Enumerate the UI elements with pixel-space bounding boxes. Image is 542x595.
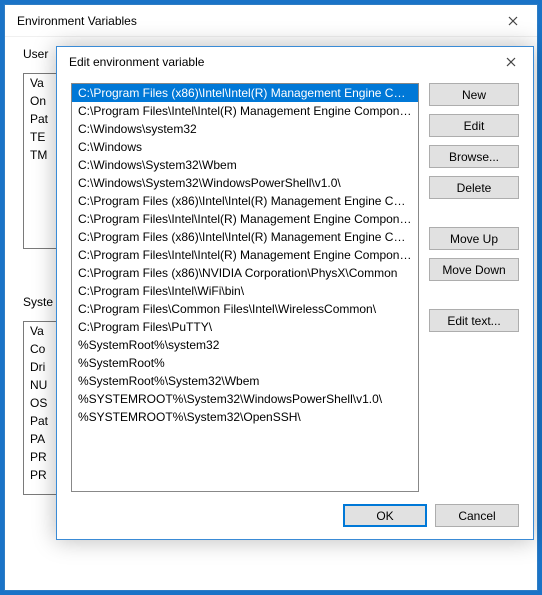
ok-button[interactable]: OK [343,504,427,527]
path-item[interactable]: %SYSTEMROOT%\System32\WindowsPowerShell\… [72,390,418,408]
path-list[interactable]: C:\Program Files (x86)\Intel\Intel(R) Ma… [71,83,419,492]
edit-button[interactable]: Edit [429,114,519,137]
path-item[interactable]: C:\Program Files\PuTTY\ [72,318,418,336]
path-item[interactable]: %SYSTEMROOT%\System32\OpenSSH\ [72,408,418,426]
edit-environment-variable-dialog: Edit environment variable C:\Program Fil… [56,46,534,540]
delete-button[interactable]: Delete [429,176,519,199]
path-item[interactable]: C:\Windows [72,138,418,156]
path-item[interactable]: C:\Program Files\Intel\Intel(R) Manageme… [72,102,418,120]
path-item[interactable]: C:\Program Files (x86)\Intel\Intel(R) Ma… [72,192,418,210]
path-item[interactable]: C:\Windows\System32\Wbem [72,156,418,174]
edit-footer: OK Cancel [71,492,519,527]
browse-button[interactable]: Browse... [429,145,519,168]
env-title: Environment Variables [17,14,137,28]
path-item[interactable]: C:\Program Files\Intel\WiFi\bin\ [72,282,418,300]
path-item[interactable]: %SystemRoot% [72,354,418,372]
edit-body: C:\Program Files (x86)\Intel\Intel(R) Ma… [57,77,533,539]
new-button[interactable]: New [429,83,519,106]
path-item[interactable]: C:\Program Files (x86)\Intel\Intel(R) Ma… [72,228,418,246]
close-icon[interactable] [499,11,527,31]
path-item[interactable]: C:\Program Files (x86)\Intel\Intel(R) Ma… [72,84,418,102]
path-item[interactable]: C:\Program Files (x86)\NVIDIA Corporatio… [72,264,418,282]
edit-titlebar: Edit environment variable [57,47,533,77]
move-down-button[interactable]: Move Down [429,258,519,281]
path-item[interactable]: C:\Program Files\Common Files\Intel\Wire… [72,300,418,318]
path-item[interactable]: %SystemRoot%\system32 [72,336,418,354]
cancel-button[interactable]: Cancel [435,504,519,527]
path-item[interactable]: C:\Windows\System32\WindowsPowerShell\v1… [72,174,418,192]
edit-title: Edit environment variable [69,55,204,69]
path-item[interactable]: C:\Windows\system32 [72,120,418,138]
edit-text-button[interactable]: Edit text... [429,309,519,332]
path-item[interactable]: %SystemRoot%\System32\Wbem [72,372,418,390]
move-up-button[interactable]: Move Up [429,227,519,250]
path-item[interactable]: C:\Program Files\Intel\Intel(R) Manageme… [72,246,418,264]
edit-main: C:\Program Files (x86)\Intel\Intel(R) Ma… [71,83,519,492]
close-icon[interactable] [489,47,533,77]
env-titlebar: Environment Variables [5,5,537,37]
path-item[interactable]: C:\Program Files\Intel\Intel(R) Manageme… [72,210,418,228]
side-buttons: New Edit Browse... Delete Move Up Move D… [429,83,519,492]
